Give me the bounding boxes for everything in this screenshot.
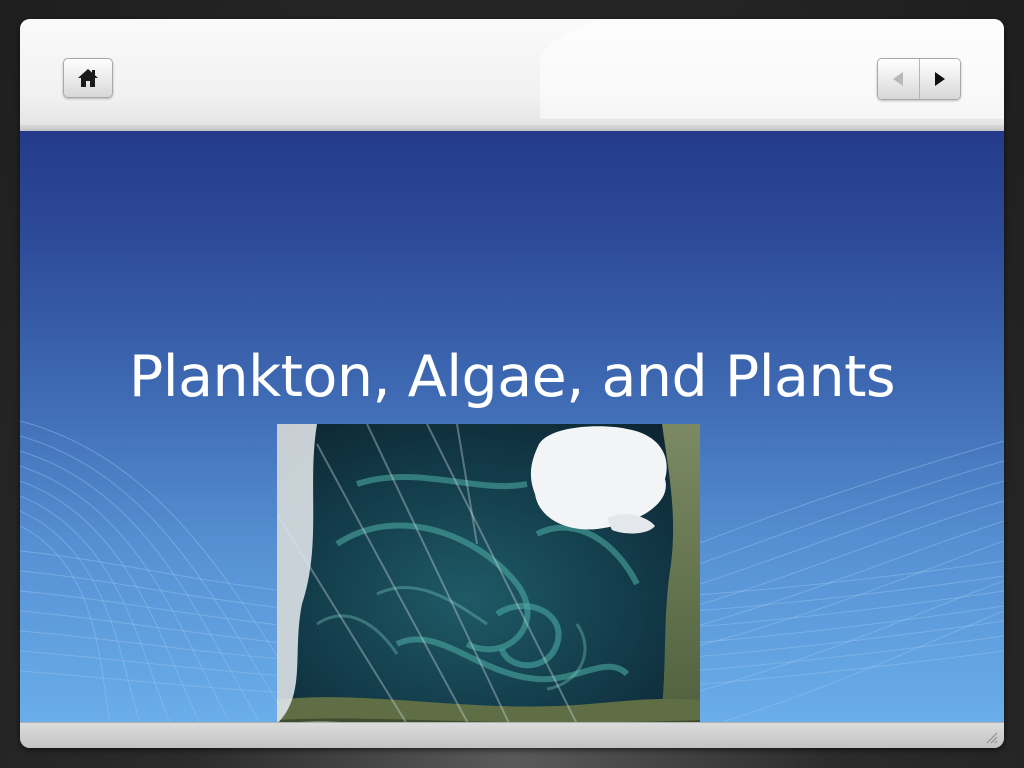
viewer-statusbar	[20, 722, 1004, 748]
slide-title: Plankton, Algae, and Plants	[128, 344, 896, 410]
satellite-image	[277, 424, 700, 723]
slide-navigation	[877, 58, 961, 100]
home-button[interactable]	[63, 58, 113, 98]
next-slide-button[interactable]	[918, 59, 960, 99]
home-icon	[78, 69, 98, 87]
previous-slide-button[interactable]	[878, 59, 919, 99]
slideshow-viewer: Plankton, Algae, and Plants	[20, 19, 1004, 748]
slide-canvas: Plankton, Algae, and Plants	[20, 131, 1004, 723]
resize-grip-icon[interactable]	[984, 730, 998, 744]
next-arrow-icon	[934, 72, 945, 86]
viewer-toolbar	[20, 19, 1004, 131]
previous-arrow-icon	[893, 72, 904, 86]
